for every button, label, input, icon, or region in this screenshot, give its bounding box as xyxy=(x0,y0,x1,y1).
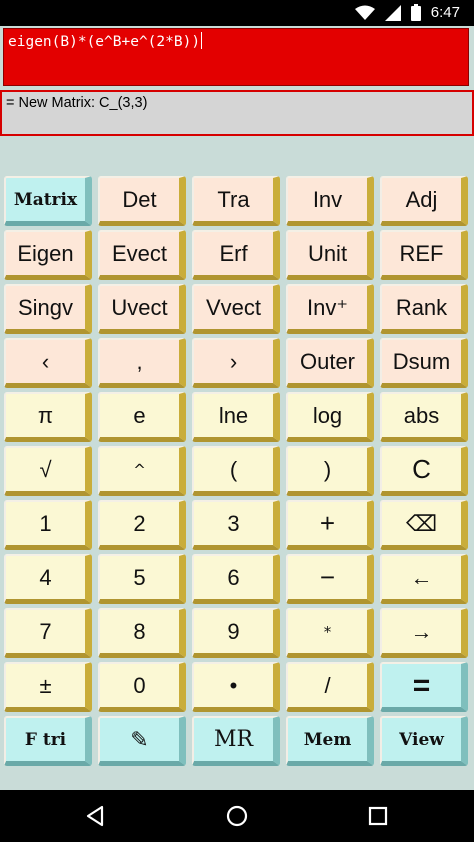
navigation-bar xyxy=(0,790,474,842)
digit-4-button[interactable]: 4 xyxy=(4,554,92,604)
edit-pencil-button[interactable]: ✎ xyxy=(98,716,186,766)
pencil-icon: ✎ xyxy=(130,726,149,752)
equals-button[interactable]: = xyxy=(380,662,468,712)
outer-button[interactable]: Outer xyxy=(286,338,374,388)
decimal-button[interactable]: • xyxy=(192,662,280,712)
sqrt-button[interactable]: √ xyxy=(4,446,92,496)
angle-right-button[interactable]: › xyxy=(192,338,280,388)
digit-7-button[interactable]: 7 xyxy=(4,608,92,658)
ref-button[interactable]: REF xyxy=(380,230,468,280)
recents-button[interactable] xyxy=(363,802,393,830)
expression-text: eigen(B)*(e^B+e^(2*B)) xyxy=(8,32,203,50)
e-button[interactable]: e xyxy=(98,392,186,442)
comma-button[interactable]: , xyxy=(98,338,186,388)
ln-button[interactable]: lne xyxy=(192,392,280,442)
singv-button[interactable]: Singv xyxy=(4,284,92,334)
signal-icon xyxy=(384,4,401,21)
home-circle-icon xyxy=(226,805,248,827)
status-bar: 6:47 xyxy=(0,0,474,26)
view-button[interactable]: View xyxy=(380,716,468,766)
memory-recall-button[interactable]: MR xyxy=(192,716,280,766)
eigen-button[interactable]: Eigen xyxy=(4,230,92,280)
unit-button[interactable]: Unit xyxy=(286,230,374,280)
digit-1-button[interactable]: 1 xyxy=(4,500,92,550)
evect-button[interactable]: Evect xyxy=(98,230,186,280)
open-paren-button[interactable]: ( xyxy=(192,446,280,496)
power-button[interactable]: ^ xyxy=(98,446,186,496)
f-tri-button[interactable]: F tri xyxy=(4,716,92,766)
back-button[interactable] xyxy=(80,802,110,830)
close-paren-button[interactable]: ) xyxy=(286,446,374,496)
wifi-icon xyxy=(354,5,375,20)
digit-2-button[interactable]: 2 xyxy=(98,500,186,550)
log-button[interactable]: log xyxy=(286,392,374,442)
clear-button[interactable]: C xyxy=(380,446,468,496)
minus-button[interactable]: − xyxy=(286,554,374,604)
text-caret xyxy=(201,32,203,49)
cursor-right-button[interactable]: → xyxy=(380,608,468,658)
status-icons: 6:47 xyxy=(354,4,460,21)
back-triangle-icon xyxy=(86,805,104,827)
vvect-button[interactable]: Vvect xyxy=(192,284,280,334)
pi-button[interactable]: π xyxy=(4,392,92,442)
multiply-button[interactable]: * xyxy=(286,608,374,658)
plus-button[interactable]: + xyxy=(286,500,374,550)
result-text: = New Matrix: C_(3,3) xyxy=(6,95,148,111)
det-button[interactable]: Det xyxy=(98,176,186,226)
keypad: Matrix Det Tra Inv Adj Eigen Evect Erf U… xyxy=(0,176,474,786)
adj-button[interactable]: Adj xyxy=(380,176,468,226)
pseudo-inverse-button[interactable]: Inv⁺ xyxy=(286,284,374,334)
digit-5-button[interactable]: 5 xyxy=(98,554,186,604)
result-display: = New Matrix: C_(3,3) xyxy=(0,90,474,136)
memory-button[interactable]: Mem xyxy=(286,716,374,766)
digit-0-button[interactable]: 0 xyxy=(98,662,186,712)
matrix-button[interactable]: Matrix xyxy=(4,176,92,226)
digit-9-button[interactable]: 9 xyxy=(192,608,280,658)
digit-6-button[interactable]: 6 xyxy=(192,554,280,604)
status-time: 6:47 xyxy=(430,4,460,21)
cursor-left-button[interactable]: ← xyxy=(380,554,468,604)
backspace-button[interactable]: ⌫ xyxy=(380,500,468,550)
tra-button[interactable]: Tra xyxy=(192,176,280,226)
calculator-app: eigen(B)*(e^B+e^(2*B)) = New Matrix: C_(… xyxy=(0,26,474,790)
digit-8-button[interactable]: 8 xyxy=(98,608,186,658)
erf-button[interactable]: Erf xyxy=(192,230,280,280)
abs-button[interactable]: abs xyxy=(380,392,468,442)
recents-square-icon xyxy=(368,806,388,826)
expression-input[interactable]: eigen(B)*(e^B+e^(2*B)) xyxy=(3,28,469,86)
home-button[interactable] xyxy=(222,802,252,830)
rank-button[interactable]: Rank xyxy=(380,284,468,334)
battery-icon xyxy=(410,4,421,21)
sign-toggle-button[interactable]: ± xyxy=(4,662,92,712)
uvect-button[interactable]: Uvect xyxy=(98,284,186,334)
dsum-button[interactable]: Dsum xyxy=(380,338,468,388)
angle-left-button[interactable]: ‹ xyxy=(4,338,92,388)
divide-button[interactable]: / xyxy=(286,662,374,712)
digit-3-button[interactable]: 3 xyxy=(192,500,280,550)
inv-button[interactable]: Inv xyxy=(286,176,374,226)
